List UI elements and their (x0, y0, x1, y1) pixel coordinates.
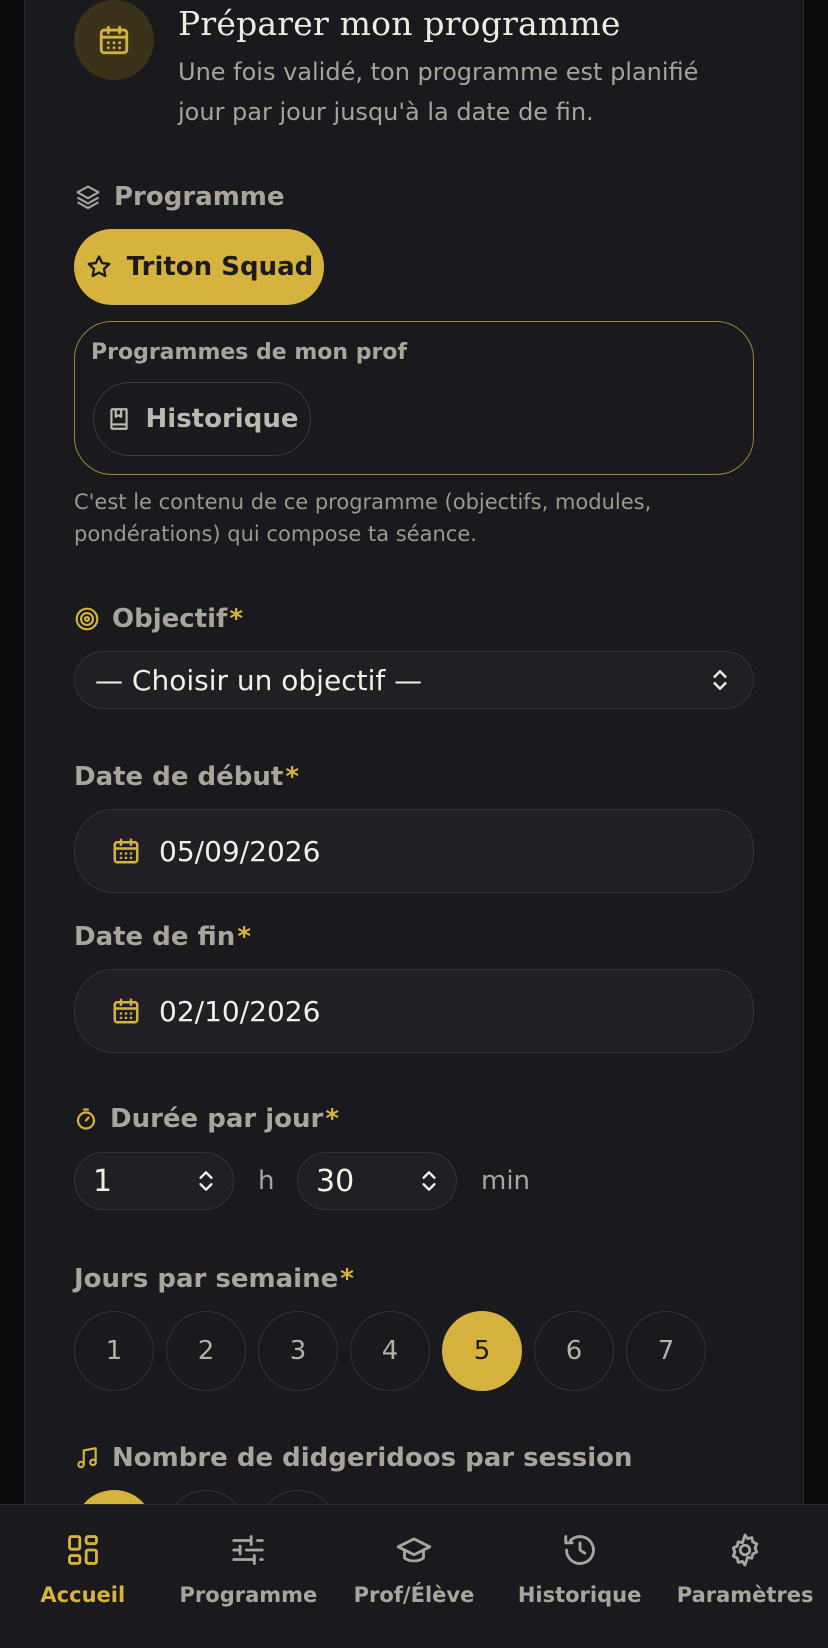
required-marker: * (325, 1104, 339, 1134)
hours-stepper[interactable]: 1 (74, 1152, 234, 1210)
programme-label-text: Programme (114, 182, 285, 212)
required-marker: * (340, 1264, 354, 1294)
minutes-value: 30 (316, 1163, 355, 1199)
nav-item-historique[interactable]: Historique (497, 1505, 663, 1648)
start-date-value: 05/09/2026 (159, 834, 321, 868)
gear-icon (726, 1531, 764, 1569)
required-marker: * (229, 604, 243, 634)
minutes-unit: min (481, 1166, 531, 1196)
nav-item-accueil[interactable]: Accueil (0, 1505, 166, 1648)
nav-label-programme: Programme (179, 1583, 318, 1607)
prof-programme-option-label: Historique (145, 404, 299, 434)
duration-label: Durée par jour* (74, 1104, 339, 1134)
nav-item-prof-eleve[interactable]: Prof/Élève (331, 1505, 497, 1648)
page-subtitle: Une fois validé, ton programme est plani… (178, 58, 699, 126)
hours-unit: h (258, 1166, 275, 1196)
sliders-icon (229, 1531, 267, 1569)
start-date-input[interactable]: 05/09/2026 (74, 809, 754, 893)
start-date-label: Date de début* (74, 762, 299, 792)
calendar-badge (74, 0, 154, 80)
page-title: Préparer mon programme (178, 4, 621, 43)
target-icon (74, 606, 100, 632)
hours-value: 1 (93, 1163, 113, 1199)
end-date-label: Date de fin* (74, 922, 251, 952)
required-marker: * (237, 922, 251, 952)
prof-programme-option[interactable]: Historique (93, 382, 311, 456)
required-marker: * (285, 762, 299, 792)
programme-label: Programme (74, 182, 285, 212)
nav-label-historique: Historique (517, 1583, 642, 1607)
day-option-7[interactable]: 7 (626, 1311, 706, 1391)
objectif-select[interactable]: — Choisir un objectif — (74, 651, 754, 709)
start-date-label-text: Date de début (74, 762, 284, 792)
graduation-cap-icon (395, 1531, 433, 1569)
objectif-label: Objectif* (74, 604, 243, 634)
programme-option-selected[interactable]: Triton Squad (74, 229, 324, 305)
chevron-updown-icon (416, 1168, 442, 1194)
nav-item-programme[interactable]: Programme (166, 1505, 332, 1648)
days-per-week-label-text: Jours par semaine (74, 1264, 339, 1294)
day-option-2[interactable]: 2 (166, 1311, 246, 1391)
days-per-week-label: Jours par semaine* (74, 1264, 354, 1294)
calendar-icon (111, 996, 141, 1026)
nav-item-parametres[interactable]: Paramètres (662, 1505, 828, 1648)
layers-icon (74, 183, 102, 211)
calendar-icon (97, 23, 131, 57)
didgeridoos-label: Nombre de didgeridoos par session (74, 1443, 632, 1473)
chevron-updown-icon (707, 667, 733, 693)
day-option-3[interactable]: 3 (258, 1311, 338, 1391)
history-icon (561, 1531, 599, 1569)
objectif-label-text: Objectif (112, 604, 228, 634)
programme-help-text: C'est le contenu de ce programme (object… (74, 490, 652, 546)
end-date-label-text: Date de fin (74, 922, 236, 952)
nav-label-prof-eleve: Prof/Élève (353, 1583, 475, 1607)
day-option-5[interactable]: 5 (442, 1311, 522, 1391)
duration-label-text: Durée par jour (110, 1104, 324, 1134)
day-option-1[interactable]: 1 (74, 1311, 154, 1391)
programme-option-label: Triton Squad (126, 252, 314, 282)
music-note-icon (74, 1445, 100, 1471)
calendar-icon (111, 836, 141, 866)
nav-label-parametres: Paramètres (676, 1583, 814, 1607)
objectif-select-value: — Choisir un objectif — (95, 663, 423, 697)
nav-label-accueil: Accueil (40, 1583, 126, 1607)
chevron-updown-icon (193, 1168, 219, 1194)
prof-programmes-group: Programmes de mon prof Historique (74, 321, 754, 475)
bottom-nav: Accueil Programme Prof/Élève Historique (0, 1504, 828, 1648)
minutes-stepper[interactable]: 30 (297, 1152, 457, 1210)
bookmark-book-icon (106, 406, 132, 432)
timer-icon (74, 1107, 98, 1131)
end-date-value: 02/10/2026 (159, 994, 321, 1028)
didgeridoos-label-text: Nombre de didgeridoos par session (112, 1443, 633, 1473)
grid-icon (64, 1531, 102, 1569)
end-date-input[interactable]: 02/10/2026 (74, 969, 754, 1053)
star-icon (85, 253, 113, 281)
day-option-6[interactable]: 6 (534, 1311, 614, 1391)
day-option-4[interactable]: 4 (350, 1311, 430, 1391)
prof-programmes-title: Programmes de mon prof (91, 340, 408, 365)
